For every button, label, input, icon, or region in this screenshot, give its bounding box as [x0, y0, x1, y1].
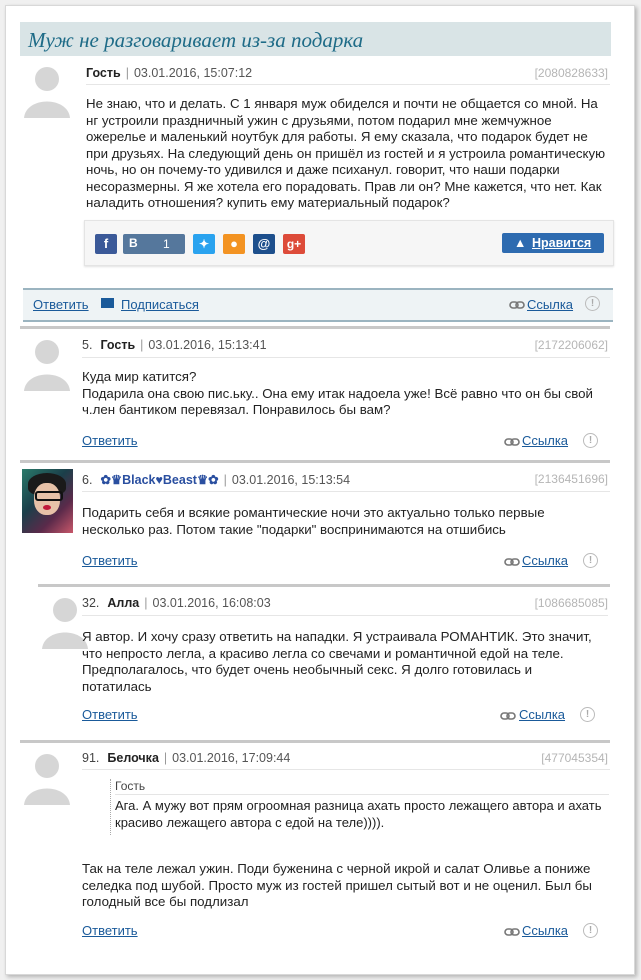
- info-icon[interactable]: !: [583, 433, 598, 448]
- comment-text: Подарить себя и всякие романтические ноч…: [82, 505, 545, 537]
- odnoklassniki-icon[interactable]: ●: [223, 234, 245, 254]
- twitter-icon[interactable]: ✦: [193, 234, 215, 254]
- reply-button[interactable]: Ответить: [82, 707, 138, 722]
- post-action-bar: Ответить Подписаться Ссылка !: [23, 288, 613, 322]
- comment-author[interactable]: Гость: [100, 338, 135, 352]
- divider: [82, 615, 608, 616]
- quote-author: Гость: [115, 779, 146, 793]
- comment-author[interactable]: ✿♛Black♥Beast♛✿: [100, 473, 218, 487]
- post-date: 03.01.2016, 15:07:12: [133, 66, 253, 80]
- user-avatar: [22, 469, 73, 533]
- envelope-icon: [101, 298, 114, 308]
- comment-id: [2172206062]: [534, 338, 608, 352]
- info-icon[interactable]: !: [583, 923, 598, 938]
- divider: [86, 84, 610, 85]
- link-icon: [504, 438, 520, 446]
- share-box: f В 1 ✦ ● @ g+ ▲ Нравится: [84, 220, 614, 266]
- comment-meta: 91. Белочка | 03.01.2016, 17:09:44: [82, 751, 291, 765]
- post-body: Не знаю, что и делать. С 1 января муж об…: [86, 96, 606, 210]
- vk-share-button[interactable]: В 1: [123, 234, 185, 254]
- quote-text: Ага. А мужу вот прям огроомная разница а…: [115, 798, 602, 830]
- post-id: [2080828633]: [534, 66, 608, 80]
- comment-text: Так на теле лежал ужин. Поди буженина с …: [82, 861, 592, 909]
- divider: [82, 769, 610, 770]
- reply-button[interactable]: Ответить: [82, 923, 138, 938]
- topic-title-bar: Муж не разговаривает из-за подарка: [20, 22, 611, 56]
- info-icon[interactable]: !: [583, 553, 598, 568]
- default-avatar-icon: [24, 340, 70, 391]
- comment-author[interactable]: Алла: [107, 596, 139, 610]
- like-button[interactable]: ▲ Нравится: [502, 233, 604, 253]
- reply-button[interactable]: Ответить: [33, 297, 89, 312]
- avatar: [22, 335, 72, 391]
- mailru-icon[interactable]: @: [253, 234, 275, 254]
- comment-meta: 32. Алла | 03.01.2016, 16:08:03: [82, 596, 271, 610]
- comment-card: 6. ✿♛Black♥Beast♛✿ | 03.01.2016, 15:13:54 […: [20, 460, 610, 583]
- comment-number: 5.: [82, 338, 93, 352]
- link-icon: [504, 928, 520, 936]
- comment-date: 03.01.2016, 15:13:41: [148, 338, 267, 352]
- comment-id: [2136451696]: [534, 472, 608, 486]
- thumbs-up-icon: ▲: [514, 236, 527, 250]
- vk-count: 1: [163, 237, 170, 251]
- comment-number: 32.: [82, 596, 100, 610]
- comment-text: Я автор. И хочу сразу ответить на нападк…: [82, 629, 592, 694]
- facebook-icon[interactable]: f: [95, 234, 117, 254]
- subscribe-button[interactable]: Подписаться: [121, 297, 199, 312]
- comment-id: [1086685085]: [534, 596, 608, 610]
- avatar: [22, 749, 72, 805]
- info-icon[interactable]: !: [585, 296, 600, 311]
- link-icon: [500, 712, 516, 720]
- comment-meta: 5. Гость | 03.01.2016, 15:13:41: [82, 338, 267, 352]
- divider: [82, 491, 610, 492]
- post-author[interactable]: Гость: [86, 66, 121, 80]
- info-icon[interactable]: !: [580, 707, 595, 722]
- comment-author[interactable]: Белочка: [107, 751, 159, 765]
- post-meta: Гость | 03.01.2016, 15:07:12: [86, 66, 253, 80]
- comment-date: 03.01.2016, 17:09:44: [172, 751, 291, 765]
- default-avatar-icon: [24, 754, 70, 805]
- comment-date: 03.01.2016, 16:08:03: [152, 596, 271, 610]
- comment-card: 91. Белочка | 03.01.2016, 17:09:44 [4770453…: [20, 740, 610, 953]
- avatar: [22, 62, 72, 118]
- comment-number: 6.: [82, 473, 93, 487]
- topic-title: Муж не разговаривает из-за подарка: [28, 28, 364, 52]
- comment-date: 03.01.2016, 15:13:54: [231, 473, 351, 487]
- comment-text: Куда мир катится? Подарила она свою пис.…: [82, 369, 593, 417]
- like-label: Нравится: [532, 236, 592, 250]
- quote-block: Гость Ага. А мужу вот прям огроомная раз…: [110, 779, 609, 835]
- vk-icon: В: [129, 236, 138, 250]
- permalink-button[interactable]: Ссылка: [522, 923, 568, 938]
- permalink-button[interactable]: Ссылка: [522, 553, 568, 568]
- permalink-button[interactable]: Ссылка: [522, 433, 568, 448]
- comment-card: 5. Гость | 03.01.2016, 15:13:41 [2172206062…: [20, 326, 610, 463]
- post-text: Не знаю, что и делать. С 1 января муж об…: [86, 96, 606, 212]
- permalink-button[interactable]: Ссылка: [519, 707, 565, 722]
- reply-button[interactable]: Ответить: [82, 553, 138, 568]
- comment-id: [477045354]: [541, 751, 608, 765]
- divider: [82, 357, 610, 358]
- comment-meta: 6. ✿♛Black♥Beast♛✿ | 03.01.2016, 15:13:54: [82, 473, 351, 487]
- googleplus-icon[interactable]: g+: [283, 234, 305, 254]
- comment-card: 32. Алла | 03.01.2016, 16:08:03 [1086685085…: [38, 584, 610, 739]
- permalink-button[interactable]: Ссылка: [527, 297, 573, 312]
- link-icon: [504, 558, 520, 566]
- default-avatar-icon: [24, 67, 70, 118]
- comment-number: 91.: [82, 751, 100, 765]
- link-icon: [509, 301, 525, 309]
- reply-button[interactable]: Ответить: [82, 433, 138, 448]
